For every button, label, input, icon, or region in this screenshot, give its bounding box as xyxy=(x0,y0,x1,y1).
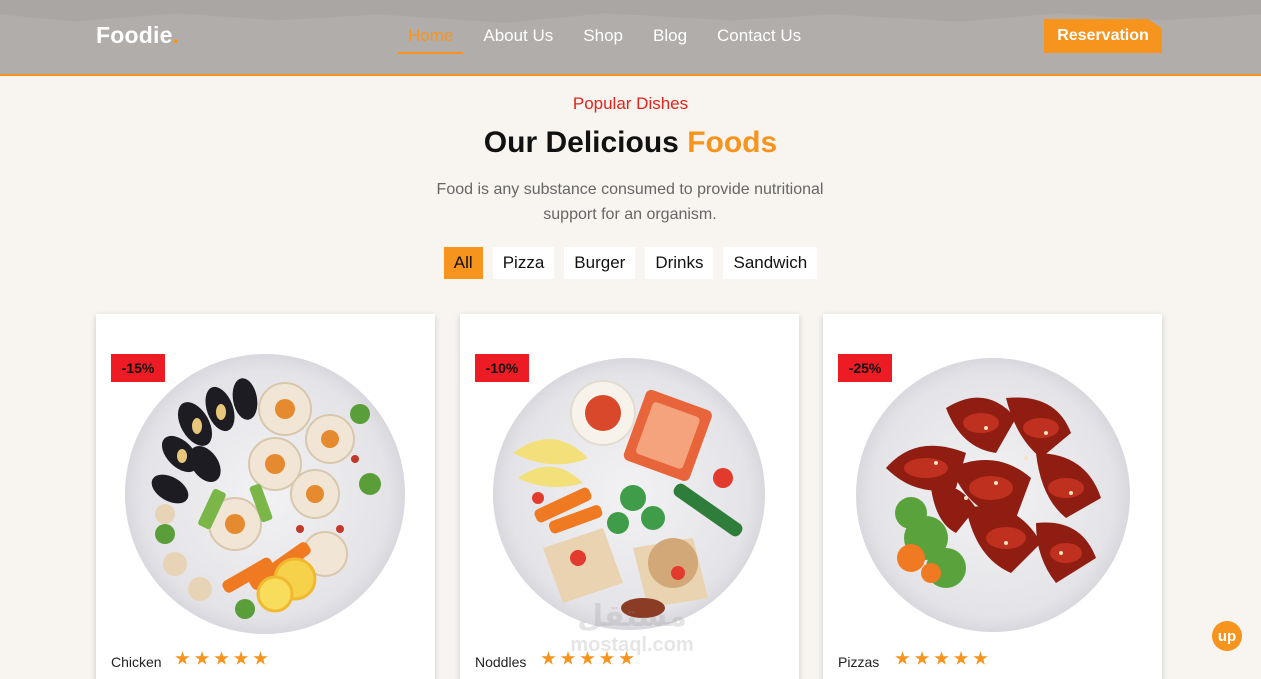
watermark: مستقل mostaql.com xyxy=(552,600,712,657)
seafood-platter-illustration xyxy=(151,378,381,619)
star-icon xyxy=(175,651,190,665)
section-title-accent: Foods xyxy=(687,126,778,159)
filter-drinks[interactable]: Drinks xyxy=(645,247,714,279)
filter-all[interactable]: All xyxy=(443,247,483,279)
logo-text: Foodie xyxy=(96,22,173,48)
dish-name[interactable]: Chicken xyxy=(111,654,162,670)
main-nav: Home About Us Shop Blog Contact Us xyxy=(396,22,819,54)
filter-burger[interactable]: Burger xyxy=(564,247,636,279)
watermark-arabic: مستقل xyxy=(577,600,687,633)
dish-name[interactable]: Pizzas xyxy=(838,654,879,670)
fried-chicken-illustration xyxy=(886,397,1101,588)
discount-badge: -25% xyxy=(838,354,892,382)
food-card[interactable]: -25% Pizzas xyxy=(823,314,1162,679)
section-title: Our Delicious Foods xyxy=(0,126,1261,160)
food-plate-image xyxy=(493,358,765,630)
food-plate-image xyxy=(125,354,405,634)
filter-pizza[interactable]: Pizza xyxy=(492,247,555,279)
nav-shop[interactable]: Shop xyxy=(571,22,635,54)
section-description: Food is any substance consumed to provid… xyxy=(436,181,824,223)
nav-about-us[interactable]: About Us xyxy=(471,22,565,54)
dish-name[interactable]: Noddles xyxy=(475,654,526,670)
star-icon xyxy=(973,651,988,665)
nav-contact-us[interactable]: Contact Us xyxy=(705,22,813,54)
scroll-to-top-button[interactable]: up xyxy=(1212,621,1242,651)
section-kicker: Popular Dishes xyxy=(572,94,689,113)
star-icon xyxy=(253,651,268,665)
star-icon xyxy=(895,651,910,665)
nav-blog[interactable]: Blog xyxy=(641,22,699,54)
section-title-main: Our Delicious xyxy=(483,126,688,159)
noodles-platter-illustration xyxy=(513,380,743,618)
category-filters: All Pizza Burger Drinks Sandwich xyxy=(0,247,1261,279)
filter-sandwich[interactable]: Sandwich xyxy=(723,247,818,279)
discount-badge: -15% xyxy=(111,354,165,382)
rating-stars xyxy=(895,651,993,666)
site-header: Foodie. Home About Us Shop Blog Contact … xyxy=(0,0,1261,76)
reservation-button[interactable]: Reservation xyxy=(1044,19,1162,53)
logo[interactable]: Foodie. xyxy=(96,22,179,49)
logo-dot: . xyxy=(172,22,180,48)
rating-stars xyxy=(175,651,273,666)
discount-badge: -10% xyxy=(475,354,529,382)
food-plate-image xyxy=(856,358,1130,632)
star-icon xyxy=(934,651,949,665)
star-icon xyxy=(233,651,249,665)
star-icon xyxy=(914,651,930,665)
watermark-latin: mostaql.com xyxy=(570,634,694,656)
star-icon xyxy=(194,651,210,665)
nav-home[interactable]: Home xyxy=(396,22,465,54)
star-icon xyxy=(214,651,229,665)
star-icon xyxy=(953,651,969,665)
food-card[interactable]: -15% Chicken xyxy=(96,314,435,679)
